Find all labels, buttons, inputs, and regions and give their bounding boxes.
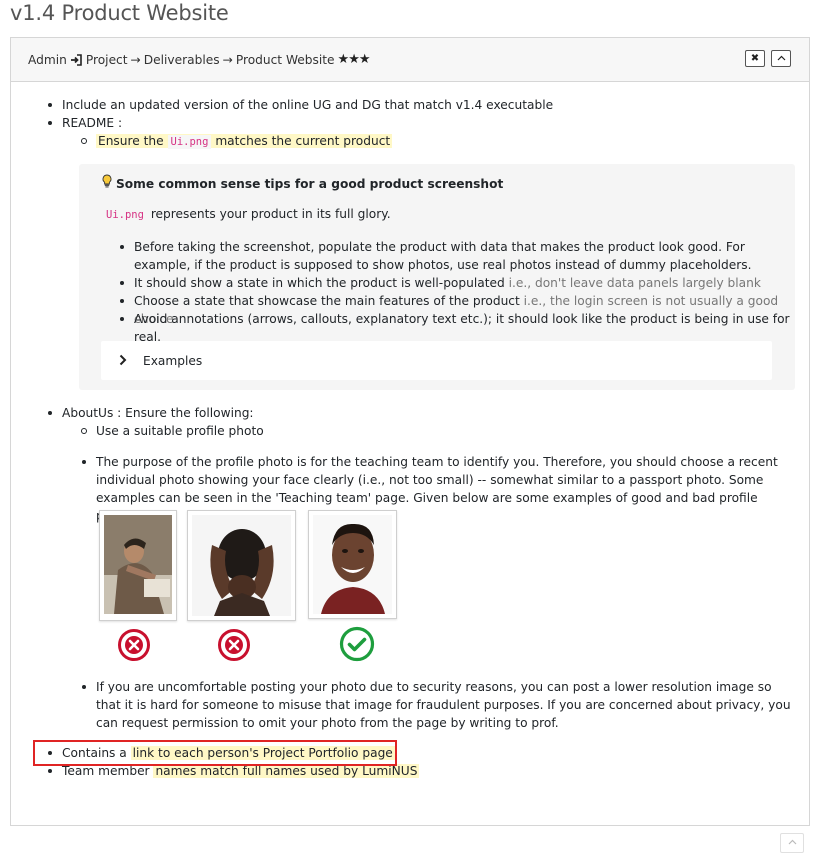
close-button[interactable]: ✖ — [745, 50, 765, 67]
tip-item: Before taking the screenshot, populate t… — [120, 238, 774, 274]
readme-highlight: Ensure the Ui.png matches the current pr… — [96, 134, 393, 149]
list-item: README : — [47, 114, 123, 132]
tip-item: It should show a state in which the prod… — [120, 274, 794, 292]
list-item: If you are uncomfortable posting your ph… — [82, 678, 796, 732]
panel-header: Admin Project → Deliverables → Product W… — [11, 38, 809, 82]
breadcrumb-arrow: → — [130, 53, 141, 67]
aboutus-label: AboutUs : Ensure the following: — [62, 406, 254, 420]
breadcrumb-deliverables[interactable]: Deliverables — [144, 51, 220, 69]
photo-student-at-desk — [99, 510, 177, 621]
tips-box: Some common sense tips for a good produc… — [79, 164, 795, 390]
ui-png-code: Ui.png — [167, 135, 212, 149]
tips-intro: Ui.png represents your product in its fu… — [106, 207, 391, 221]
close-icon: ✖ — [750, 52, 760, 64]
examples-toggle[interactable]: Examples — [101, 341, 772, 380]
breadcrumb-product-website: Product Website — [235, 53, 335, 67]
scroll-top-button[interactable] — [780, 833, 804, 853]
cross-circle-icon — [217, 628, 251, 667]
examples-label: Examples — [143, 354, 203, 368]
list-item: Ensure the Ui.png matches the current pr… — [80, 132, 393, 151]
page-title: v1.4 Product Website — [10, 1, 229, 25]
tips-title: Some common sense tips for a good produc… — [101, 174, 503, 193]
list-item: AboutUs : Ensure the following: — [48, 404, 254, 422]
chevron-up-icon — [777, 54, 786, 64]
deliverable-panel: Admin Project → Deliverables → Product W… — [10, 37, 810, 853]
collapse-button[interactable] — [771, 50, 791, 67]
breadcrumb-admin[interactable]: Admin — [28, 51, 67, 69]
photo-smiling-face — [308, 510, 397, 619]
cross-circle-icon — [117, 628, 151, 667]
chevron-up-icon — [788, 834, 797, 852]
breadcrumb: Admin Project → Deliverables → Product W… — [28, 51, 371, 69]
readme-label: README : — [62, 116, 123, 130]
sign-in-icon — [70, 54, 83, 66]
breadcrumb-project[interactable]: Project — [86, 51, 128, 69]
annotation-box — [33, 740, 397, 766]
ug-dg-text: Include an updated version of the online… — [62, 98, 554, 112]
team-names-highlight: names match full names used by LumiNUS — [153, 764, 420, 778]
star-rating: ★★★ — [337, 52, 371, 67]
check-circle-icon — [339, 626, 375, 667]
photo-hands-on-head — [187, 510, 296, 621]
chevron-right-icon — [119, 353, 127, 371]
lightbulb-icon — [101, 174, 113, 193]
list-item: Use a suitable profile photo — [81, 424, 264, 438]
list-item: Include an updated version of the online… — [48, 96, 782, 114]
breadcrumb-arrow: → — [222, 53, 233, 67]
